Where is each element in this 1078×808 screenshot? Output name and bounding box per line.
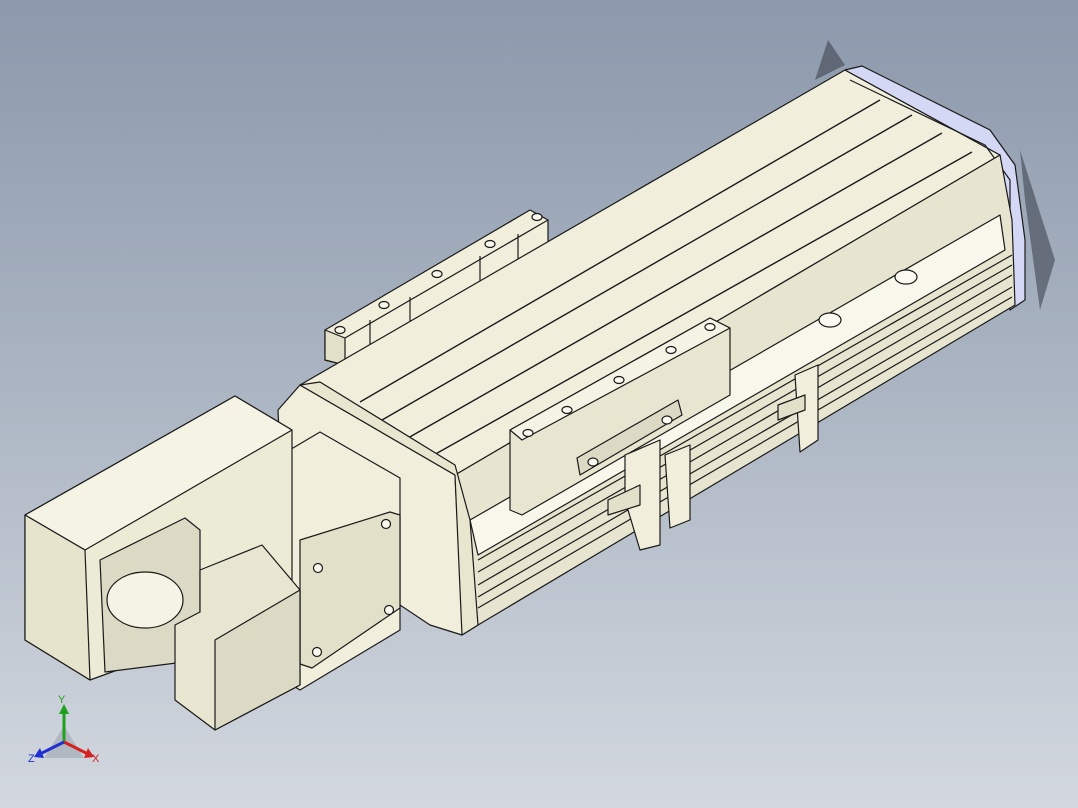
y-axis-label: Y xyxy=(58,694,66,706)
x-axis-label: X xyxy=(92,753,100,765)
plate-hole-2 xyxy=(661,415,673,425)
plate-hole-1 xyxy=(587,457,599,467)
linear-actuator-model[interactable] xyxy=(0,0,1078,808)
cad-viewport[interactable]: Y X Z xyxy=(0,0,1078,808)
coordinate-triad: Y X Z xyxy=(22,692,112,772)
coordinate-triad-icon: Y X Z xyxy=(28,694,100,765)
z-axis-label: Z xyxy=(28,753,35,765)
motor-shaft-cylinder xyxy=(106,571,184,629)
